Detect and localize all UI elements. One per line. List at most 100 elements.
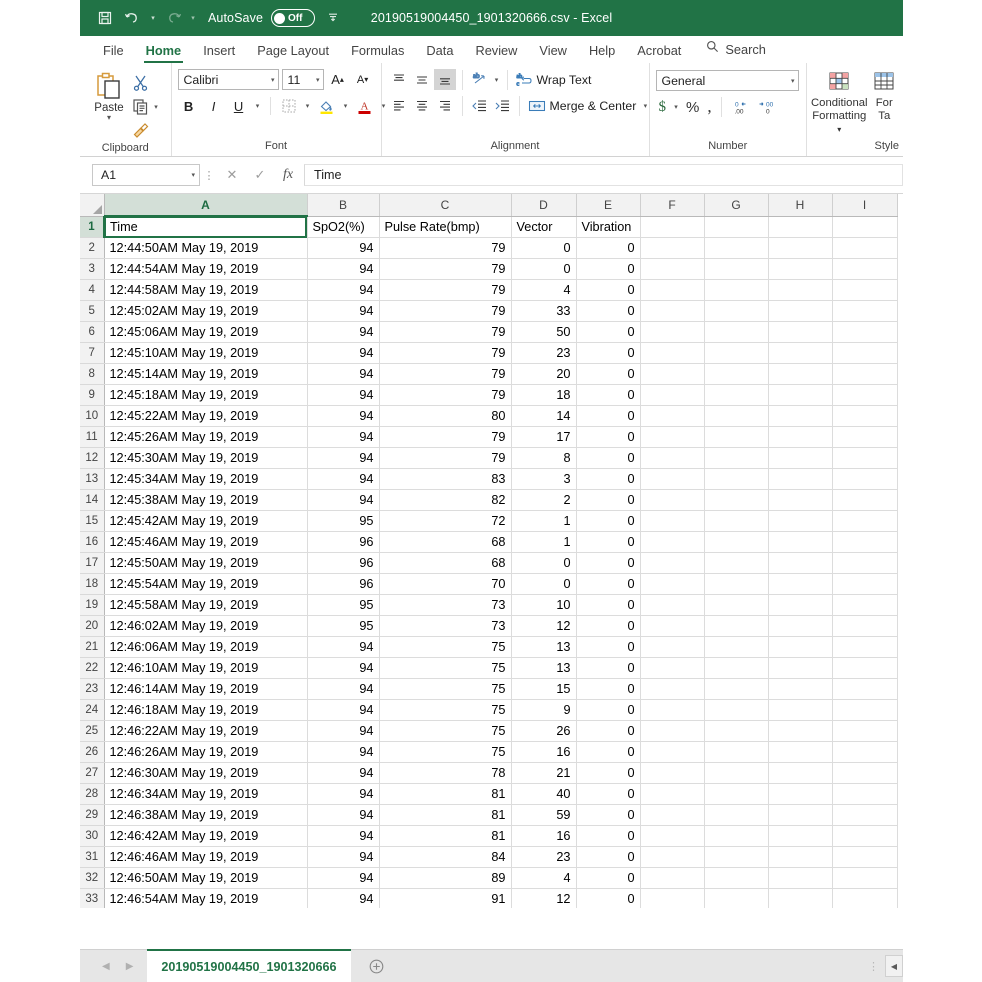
cell-A30[interactable]: 12:46:42AM May 19, 2019 (104, 825, 308, 847)
cell-D23[interactable]: 15 (511, 678, 577, 700)
percent-button[interactable]: % (683, 96, 702, 118)
number-format-combo[interactable]: General ▾ (655, 70, 799, 91)
row-header-13[interactable]: 13 (80, 468, 105, 490)
cell-A6[interactable]: 12:45:06AM May 19, 2019 (104, 321, 308, 343)
cell-F25[interactable] (640, 720, 705, 742)
cell-A8[interactable]: 12:45:14AM May 19, 2019 (104, 363, 308, 385)
cell-A17[interactable]: 12:45:50AM May 19, 2019 (104, 552, 308, 574)
cell-D21[interactable]: 13 (511, 636, 577, 658)
cell-E6[interactable]: 0 (576, 321, 641, 343)
row-header-29[interactable]: 29 (80, 804, 105, 826)
cell-B11[interactable]: 94 (307, 426, 380, 448)
customize-quick-access-icon[interactable] (327, 11, 339, 26)
cell-H31[interactable] (768, 846, 833, 868)
row-header-31[interactable]: 31 (80, 846, 105, 868)
cell-G17[interactable] (704, 552, 769, 574)
row-header-23[interactable]: 23 (80, 678, 105, 700)
cell-D15[interactable]: 1 (511, 510, 577, 532)
cell-E17[interactable]: 0 (576, 552, 641, 574)
cell-C17[interactable]: 68 (379, 552, 512, 574)
tab-file[interactable]: File (92, 43, 135, 63)
grow-font-button[interactable]: A ▴ (327, 69, 349, 90)
cell-F1[interactable] (640, 216, 705, 238)
row-header-7[interactable]: 7 (80, 342, 105, 364)
cell-F4[interactable] (640, 279, 705, 301)
cell-I14[interactable] (832, 489, 898, 511)
cell-D31[interactable]: 23 (511, 846, 577, 868)
align-right-button[interactable] (434, 95, 456, 116)
cell-H9[interactable] (768, 384, 833, 406)
cell-G24[interactable] (704, 699, 769, 721)
font-size-chevron-down-icon[interactable]: ▾ (312, 76, 320, 84)
cell-G31[interactable] (704, 846, 769, 868)
cell-A19[interactable]: 12:45:58AM May 19, 2019 (104, 594, 308, 616)
cell-A4[interactable]: 12:44:58AM May 19, 2019 (104, 279, 308, 301)
cell-G6[interactable] (704, 321, 769, 343)
cell-B1[interactable]: SpO2(%) (307, 216, 380, 238)
cell-G15[interactable] (704, 510, 769, 532)
redo-dropdown-icon[interactable]: ▾ (188, 14, 198, 22)
cell-F2[interactable] (640, 237, 705, 259)
cell-B30[interactable]: 94 (307, 825, 380, 847)
cell-F24[interactable] (640, 699, 705, 721)
align-middle-button[interactable] (411, 69, 433, 90)
fill-color-dropdown-icon[interactable]: ▾ (341, 102, 351, 110)
font-size-combo[interactable]: 11 ▾ (281, 69, 324, 90)
cell-E29[interactable]: 0 (576, 804, 641, 826)
cell-F30[interactable] (640, 825, 705, 847)
cell-G4[interactable] (704, 279, 769, 301)
cell-G20[interactable] (704, 615, 769, 637)
cell-H23[interactable] (768, 678, 833, 700)
cell-G18[interactable] (704, 573, 769, 595)
cell-A3[interactable]: 12:44:54AM May 19, 2019 (104, 258, 308, 280)
row-header-11[interactable]: 11 (80, 426, 105, 448)
cell-H25[interactable] (768, 720, 833, 742)
cell-F9[interactable] (640, 384, 705, 406)
cell-C30[interactable]: 81 (379, 825, 512, 847)
cell-D28[interactable]: 40 (511, 783, 577, 805)
cell-I20[interactable] (832, 615, 898, 637)
horizontal-scroll-right-button[interactable]: ◀ (885, 955, 903, 977)
cell-E2[interactable]: 0 (576, 237, 641, 259)
copy-dropdown-icon[interactable]: ▾ (151, 103, 161, 111)
cell-E32[interactable]: 0 (576, 867, 641, 889)
cell-D13[interactable]: 3 (511, 468, 577, 490)
cell-B23[interactable]: 94 (307, 678, 380, 700)
cell-D19[interactable]: 10 (511, 594, 577, 616)
cell-E11[interactable]: 0 (576, 426, 641, 448)
wrap-text-button[interactable]: ab c Wrap Text (513, 69, 595, 90)
underline-button[interactable]: U (228, 96, 250, 117)
cell-C3[interactable]: 79 (379, 258, 512, 280)
cell-E25[interactable]: 0 (576, 720, 641, 742)
cell-I2[interactable] (832, 237, 898, 259)
row-header-25[interactable]: 25 (80, 720, 105, 742)
cell-D26[interactable]: 16 (511, 741, 577, 763)
row-header-5[interactable]: 5 (80, 300, 105, 322)
cell-F22[interactable] (640, 657, 705, 679)
cell-I26[interactable] (832, 741, 898, 763)
cell-I28[interactable] (832, 783, 898, 805)
cell-D20[interactable]: 12 (511, 615, 577, 637)
cell-D14[interactable]: 2 (511, 489, 577, 511)
cell-G23[interactable] (704, 678, 769, 700)
row-header-30[interactable]: 30 (80, 825, 105, 847)
cell-G9[interactable] (704, 384, 769, 406)
insert-function-icon[interactable]: fx (274, 164, 302, 186)
cell-B27[interactable]: 94 (307, 762, 380, 784)
cell-H16[interactable] (768, 531, 833, 553)
cell-F27[interactable] (640, 762, 705, 784)
cell-E21[interactable]: 0 (576, 636, 641, 658)
row-header-14[interactable]: 14 (80, 489, 105, 511)
cell-I30[interactable] (832, 825, 898, 847)
cell-I6[interactable] (832, 321, 898, 343)
cell-B32[interactable]: 94 (307, 867, 380, 889)
cell-D1[interactable]: Vector (511, 216, 577, 238)
cell-H24[interactable] (768, 699, 833, 721)
cell-I25[interactable] (832, 720, 898, 742)
cell-C14[interactable]: 82 (379, 489, 512, 511)
cell-E15[interactable]: 0 (576, 510, 641, 532)
cell-B22[interactable]: 94 (307, 657, 380, 679)
fill-color-icon[interactable] (316, 96, 338, 117)
comma-style-button[interactable]: , (704, 96, 714, 118)
cell-H26[interactable] (768, 741, 833, 763)
